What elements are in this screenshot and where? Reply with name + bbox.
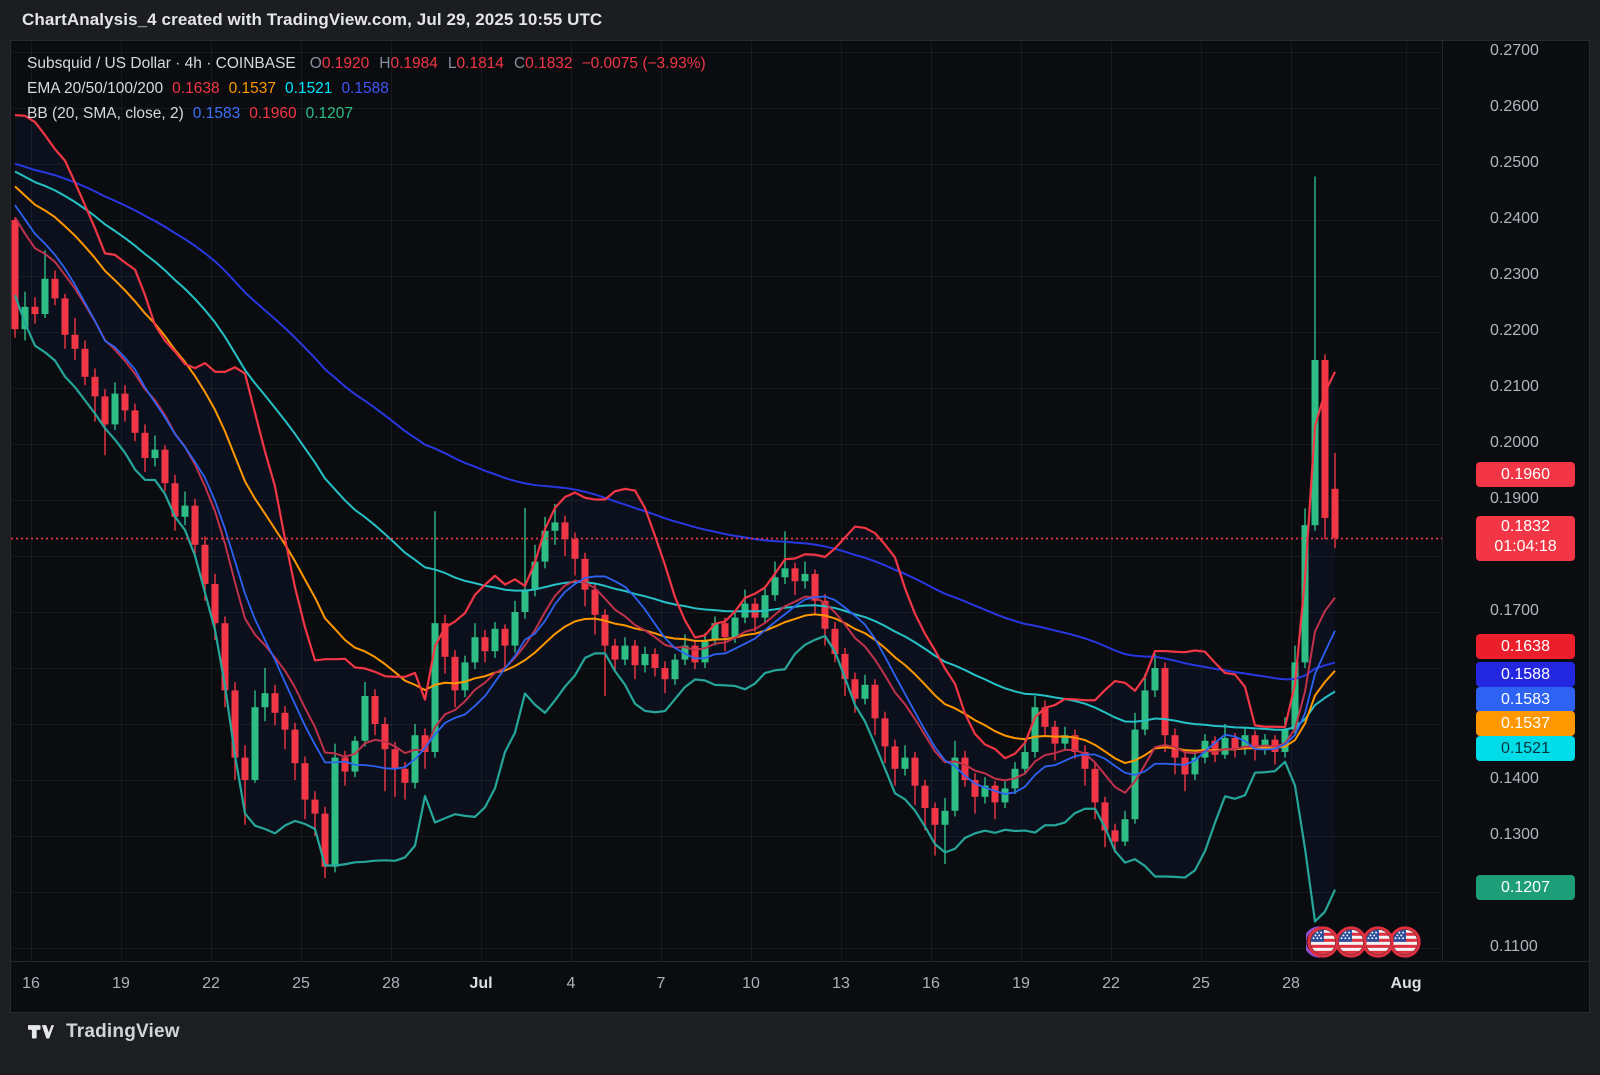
tradingview-chart-page: ChartAnalysis_4 created with TradingView… — [0, 0, 1600, 1075]
time-axis-label: 19 — [112, 975, 130, 993]
bb-upper-badge: 0.1960 — [1476, 462, 1575, 487]
price-axis[interactable]: 0.2700 0.2600 0.2500 0.2400 0.2300 0.2200 0.21… — [1442, 41, 1589, 962]
footer-bar: TradingView — [0, 1013, 1600, 1075]
open-value: 0.1920 — [322, 55, 369, 72]
price-axis-label: 0.2300 — [1490, 266, 1539, 284]
time-axis-label: 19 — [1012, 975, 1030, 993]
bb-basis-value: 0.1583 — [193, 105, 240, 122]
bb-label[interactable]: BB (20, SMA, close, 2) — [27, 105, 184, 122]
time-axis-label: 25 — [292, 975, 310, 993]
time-axis-label: 28 — [1282, 975, 1300, 993]
price-axis-label: 0.2400 — [1490, 210, 1539, 228]
page-title: ChartAnalysis_4 created with TradingView… — [22, 10, 602, 30]
time-axis[interactable]: 16 19 22 25 28 Jul 4 7 10 13 16 19 22 25 28 Aug — [11, 961, 1589, 1012]
time-axis-label: 13 — [832, 975, 850, 993]
price-chart-canvas[interactable] — [11, 41, 1443, 961]
price-axis-label: 0.1300 — [1490, 826, 1539, 844]
price-axis-label: 0.2700 — [1490, 42, 1539, 60]
time-axis-label: Jul — [469, 975, 492, 993]
price-axis-label: 0.2200 — [1490, 322, 1539, 340]
time-axis-label: 22 — [202, 975, 220, 993]
tradingview-brand-text[interactable]: TradingView — [66, 1021, 180, 1043]
price-axis-label: 0.1700 — [1490, 602, 1539, 620]
change-value: −0.0075 (−3.93%) — [582, 55, 706, 72]
time-axis-label: 25 — [1192, 975, 1210, 993]
us-economic-event-flag-icon[interactable] — [1306, 925, 1340, 964]
symbol-title[interactable]: Subsquid / US Dollar · 4h · COINBASE — [27, 55, 296, 72]
open-label: O — [310, 55, 322, 72]
price-axis-label: 0.1400 — [1490, 770, 1539, 788]
symbol-row[interactable]: Subsquid / US Dollar · 4h · COINBASEO0.1… — [27, 51, 706, 76]
bb-lower-value: 0.1207 — [306, 105, 353, 122]
ema50-value: 0.1537 — [229, 80, 276, 97]
time-axis-label: 10 — [742, 975, 760, 993]
tradingview-brand[interactable]: TradingView — [28, 1021, 180, 1043]
close-value: 0.1832 — [525, 55, 572, 72]
countdown-timer: 01:04:18 — [1476, 536, 1575, 558]
price-axis-label: 0.2100 — [1490, 378, 1539, 396]
low-label: L — [448, 55, 457, 72]
close-label: C — [514, 55, 525, 72]
chart-panel[interactable]: Subsquid / US Dollar · 4h · COINBASEO0.1… — [10, 40, 1590, 1013]
ema100-badge: 0.1521 — [1476, 736, 1575, 761]
chart-legend: Subsquid / US Dollar · 4h · COINBASEO0.1… — [27, 51, 706, 126]
price-axis-label: 0.1100 — [1490, 938, 1538, 956]
ema200-value: 0.1588 — [341, 80, 388, 97]
low-value: 0.1814 — [457, 55, 504, 72]
title-bar: ChartAnalysis_4 created with TradingView… — [0, 0, 1600, 40]
current-price-badge: 0.183201:04:18 — [1476, 516, 1575, 561]
time-axis-label: 7 — [657, 975, 666, 993]
high-label: H — [379, 55, 390, 72]
bb-lower-badge: 0.1207 — [1476, 875, 1575, 900]
ema20-badge: 0.1638 — [1476, 634, 1575, 659]
ema200-badge: 0.1588 — [1476, 662, 1575, 687]
time-axis-label: Aug — [1390, 975, 1421, 993]
ema-indicator-row[interactable]: EMA 20/50/100/200 0.1638 0.1537 0.1521 0.158… — [27, 76, 706, 101]
bb-upper-value: 0.1960 — [249, 105, 296, 122]
price-axis-label: 0.1900 — [1490, 490, 1539, 508]
ema-label[interactable]: EMA 20/50/100/200 — [27, 80, 163, 97]
time-axis-label: 16 — [922, 975, 940, 993]
time-axis-label: 28 — [382, 975, 400, 993]
tradingview-logo-icon — [28, 1022, 54, 1042]
price-axis-label: 0.2600 — [1490, 98, 1539, 116]
ema50-badge: 0.1537 — [1476, 711, 1575, 736]
price-axis-label: 0.2500 — [1490, 154, 1539, 172]
ema100-value: 0.1521 — [285, 80, 332, 97]
high-value: 0.1984 — [390, 55, 437, 72]
ema20-value: 0.1638 — [172, 80, 219, 97]
bb-indicator-row[interactable]: BB (20, SMA, close, 2) 0.1583 0.1960 0.1207 — [27, 101, 706, 126]
time-axis-label: 22 — [1102, 975, 1120, 993]
time-axis-label: 4 — [567, 975, 576, 993]
bb-basis-badge: 0.1583 — [1476, 687, 1575, 712]
time-axis-label: 16 — [22, 975, 40, 993]
price-axis-label: 0.2000 — [1490, 434, 1539, 452]
